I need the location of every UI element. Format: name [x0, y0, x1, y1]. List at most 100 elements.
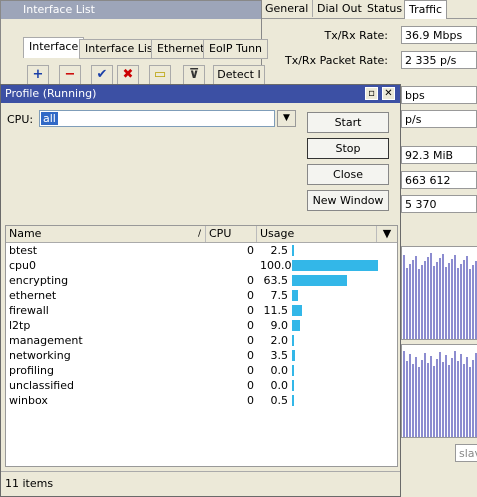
txrx-packet-rate-label: Tx/Rx Packet Rate: — [285, 54, 388, 67]
table-row[interactable]: encrypting 0 63.5 — [6, 273, 397, 288]
tab-dial-out[interactable]: Dial Out — [313, 0, 367, 17]
interface-list-title: Interface List — [1, 1, 261, 19]
row-usage: 63.5 — [263, 274, 289, 287]
start-button[interactable]: Start — [307, 112, 389, 133]
status-bar: 11 items — [1, 471, 400, 496]
row-name: l2tp — [9, 319, 31, 332]
row-name: networking — [9, 349, 71, 362]
row-name: winbox — [9, 394, 48, 407]
row-name: btest — [9, 244, 38, 257]
usage-bar — [292, 245, 295, 256]
stop-button[interactable]: Stop — [307, 138, 389, 159]
column-cpu[interactable]: CPU — [206, 226, 257, 242]
row-name: profiling — [9, 364, 54, 377]
partial-field-1: bps — [401, 86, 477, 104]
traffic-tabs: General Dial Out Status Traffic — [259, 0, 477, 19]
cpu-label: CPU: — [7, 113, 34, 126]
tab-traffic[interactable]: Traffic — [404, 0, 448, 19]
sort-icon: / — [197, 229, 201, 239]
row-usage: 0.0 — [270, 364, 289, 377]
partial-field-4: 663 612 — [401, 171, 477, 189]
table-row[interactable]: networking 0 3.5 — [6, 348, 397, 363]
tab-general[interactable]: General — [261, 0, 314, 17]
comment-icon[interactable]: ▭ — [149, 65, 171, 85]
usage-bar — [292, 320, 300, 331]
txrx-rate-label: Tx/Rx Rate: — [324, 29, 388, 42]
detect-button[interactable]: Detect I — [213, 65, 265, 85]
table-row[interactable]: l2tp 0 9.0 — [6, 318, 397, 333]
row-usage: 0.5 — [270, 394, 289, 407]
row-usage: 9.0 — [270, 319, 289, 332]
row-cpu: 0 — [247, 364, 254, 377]
usage-bar — [292, 350, 295, 361]
slave-field: slave — [455, 444, 477, 462]
remove-icon[interactable]: − — [59, 65, 81, 85]
usage-bar — [292, 305, 302, 316]
table-header: Name / CPU Usage ▼ — [6, 226, 397, 243]
row-usage: 3.5 — [270, 349, 289, 362]
row-cpu: 0 — [247, 349, 254, 362]
tab-interface[interactable]: Interface — [23, 37, 85, 58]
disable-x-icon[interactable]: ✖ — [117, 65, 139, 85]
row-cpu: 0 — [247, 319, 254, 332]
traffic-graph-rx — [401, 344, 477, 438]
row-name: management — [9, 334, 83, 347]
cpu-select[interactable]: all — [39, 110, 275, 127]
usage-bar — [292, 275, 347, 286]
table-row[interactable]: unclassified 0 0.0 — [6, 378, 397, 393]
tab-eoip-tunnel[interactable]: EoIP Tunn — [203, 39, 269, 59]
txrx-rate-field: 36.9 Mbps — [401, 26, 477, 44]
table-row[interactable]: cpu0 100.0 — [6, 258, 397, 273]
table-row[interactable]: management 0 2.0 — [6, 333, 397, 348]
row-name: ethernet — [9, 289, 57, 302]
traffic-graph-tx — [401, 246, 477, 340]
row-name: firewall — [9, 304, 49, 317]
table-row[interactable]: winbox 0 0.5 — [6, 393, 397, 408]
tab-ethernet[interactable]: Ethernet — [151, 39, 211, 59]
table-row[interactable]: profiling 0 0.0 — [6, 363, 397, 378]
row-name: unclassified — [9, 379, 74, 392]
profile-window: Profile (Running) ▫ ✕ CPU: all ▼ Start S… — [0, 84, 401, 497]
partial-field-5: 5 370 — [401, 195, 477, 213]
row-cpu: 0 — [247, 379, 254, 392]
partial-field-2: p/s — [401, 110, 477, 128]
usage-bar — [292, 335, 294, 346]
new-window-button[interactable]: New Window — [307, 190, 389, 211]
profile-title-bar: Profile (Running) — [1, 85, 400, 103]
column-name[interactable]: Name / — [6, 226, 206, 242]
table-row[interactable]: ethernet 0 7.5 — [6, 288, 397, 303]
interface-list-window: Interface List Interface Interface List … — [0, 0, 269, 90]
row-usage: 7.5 — [270, 289, 289, 302]
row-cpu: 0 — [247, 274, 254, 287]
table-row[interactable]: btest 0 2.5 — [6, 243, 397, 258]
txrx-packet-rate-field: 2 335 p/s — [401, 51, 477, 69]
row-cpu: 0 — [247, 244, 254, 257]
row-usage: 2.5 — [270, 244, 289, 257]
column-usage[interactable]: Usage — [257, 226, 377, 242]
row-usage: 2.0 — [270, 334, 289, 347]
profile-title: Profile (Running) — [5, 87, 97, 100]
cpu-dropdown-icon[interactable]: ▼ — [277, 110, 296, 127]
close-button[interactable]: Close — [307, 164, 389, 185]
close-icon[interactable]: ✕ — [382, 87, 395, 100]
usage-bar — [292, 290, 299, 301]
row-name: encrypting — [9, 274, 69, 287]
row-usage: 11.5 — [263, 304, 289, 317]
column-menu-icon[interactable]: ▼ — [377, 226, 397, 242]
usage-bar — [292, 380, 294, 391]
usage-bar — [292, 365, 294, 376]
row-name: cpu0 — [9, 259, 37, 272]
row-usage: 100.0 — [260, 259, 292, 272]
add-icon[interactable]: + — [27, 65, 49, 85]
column-name-label: Name — [9, 227, 42, 240]
item-count: 11 items — [5, 477, 54, 490]
cpu-select-value: all — [41, 112, 58, 125]
enable-check-icon[interactable]: ✔ — [91, 65, 113, 85]
row-cpu: 0 — [247, 394, 254, 407]
tab-status[interactable]: Status — [363, 0, 408, 17]
restore-icon[interactable]: ▫ — [365, 87, 378, 100]
table-row[interactable]: firewall 0 11.5 — [6, 303, 397, 318]
row-cpu: 0 — [247, 334, 254, 347]
partial-field-3: 92.3 MiB — [401, 146, 477, 164]
filter-icon[interactable]: ⊽ — [183, 65, 205, 85]
